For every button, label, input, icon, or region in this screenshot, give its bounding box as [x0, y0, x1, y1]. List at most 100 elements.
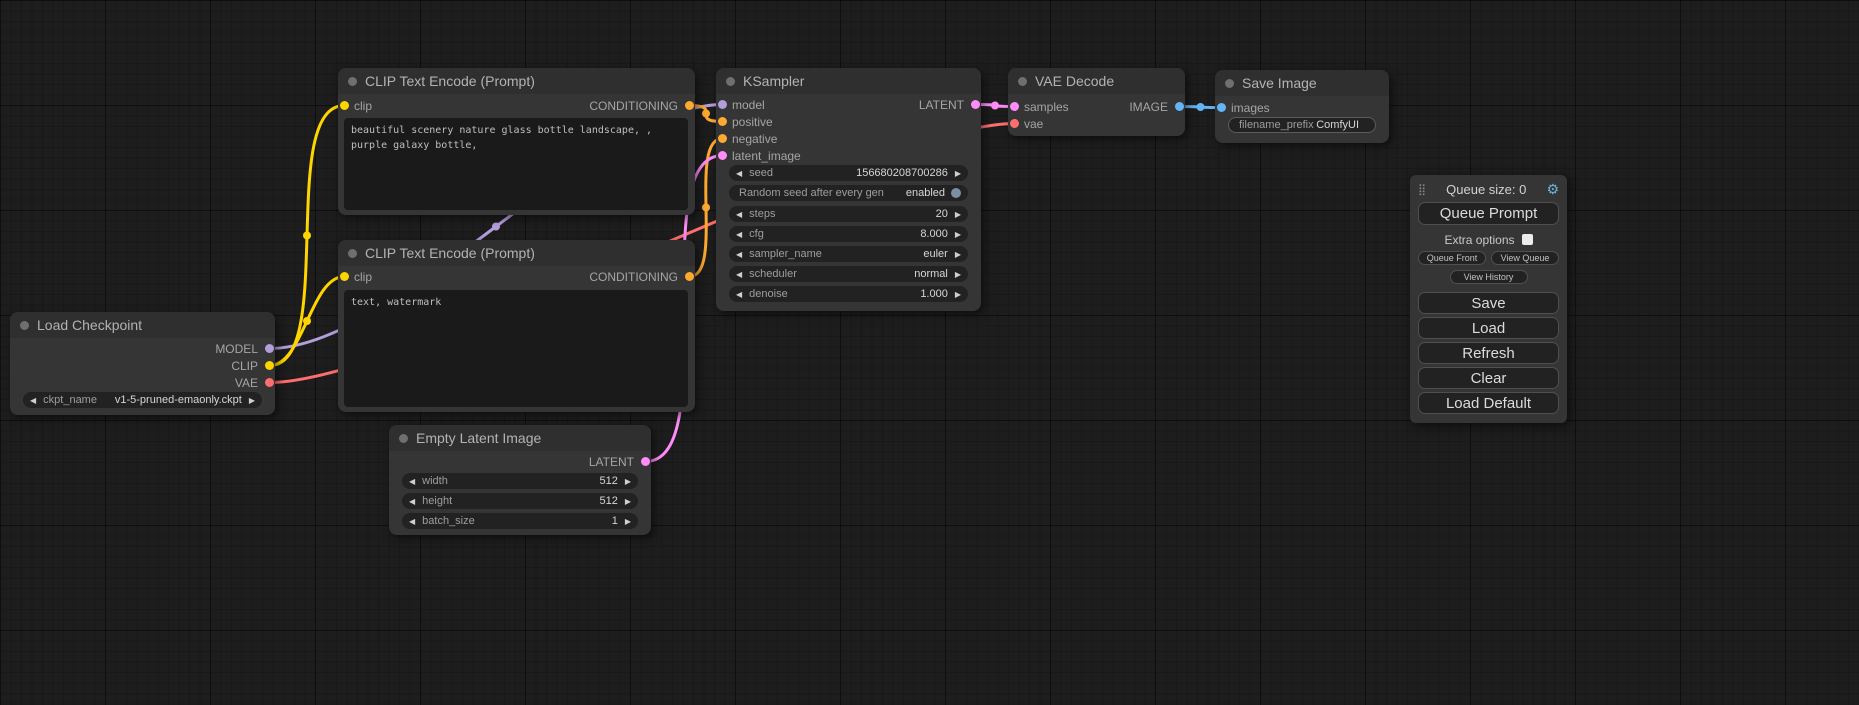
- next-value-arrow-icon[interactable]: ▶: [955, 250, 961, 259]
- view-history-button[interactable]: View History: [1450, 270, 1528, 284]
- load-button[interactable]: Load: [1418, 317, 1559, 339]
- link-midpoint-dot[interactable]: [303, 232, 311, 240]
- link-midpoint-dot[interactable]: [991, 102, 999, 110]
- increment-arrow-icon[interactable]: ▶: [625, 477, 631, 486]
- output-slot-model: MODEL: [10, 340, 275, 357]
- scheduler-widget[interactable]: ◀ scheduler normal ▶: [729, 266, 968, 282]
- ckpt-name-widget[interactable]: ◀ ckpt_name v1-5-pruned-emaonly.ckpt ▶: [23, 392, 262, 408]
- load-default-button[interactable]: Load Default: [1418, 392, 1559, 414]
- next-value-arrow-icon[interactable]: ▶: [955, 270, 961, 279]
- queue-prompt-button[interactable]: Queue Prompt: [1418, 202, 1559, 225]
- height-widget[interactable]: ◀ height 512 ▶: [402, 493, 638, 509]
- decrement-arrow-icon[interactable]: ◀: [409, 477, 415, 486]
- clip-output-port[interactable]: [265, 361, 274, 370]
- decrement-arrow-icon[interactable]: ◀: [736, 169, 742, 178]
- vae-output-port[interactable]: [265, 378, 274, 387]
- collapse-dot[interactable]: [348, 249, 357, 258]
- drag-handle-icon[interactable]: ⣿: [1418, 183, 1426, 196]
- decrement-arrow-icon[interactable]: ◀: [736, 210, 742, 219]
- decrement-arrow-icon[interactable]: ◀: [409, 497, 415, 506]
- node-vae-decode[interactable]: VAE Decode samples vae IMAGE: [1008, 68, 1185, 136]
- slot-label: CLIP: [231, 359, 258, 373]
- output-slot-latent: LATENT: [716, 96, 981, 113]
- queue-front-button[interactable]: Queue Front: [1418, 251, 1486, 265]
- increment-arrow-icon[interactable]: ▶: [955, 290, 961, 299]
- steps-widget[interactable]: ◀ steps 20 ▶: [729, 206, 968, 222]
- image-output-port[interactable]: [1175, 102, 1184, 111]
- queue-size-label: Queue size: 0: [1426, 182, 1546, 197]
- save-button[interactable]: Save: [1418, 292, 1559, 314]
- increment-arrow-icon[interactable]: ▶: [625, 497, 631, 506]
- view-queue-button[interactable]: View Queue: [1491, 251, 1559, 265]
- conditioning-output-port[interactable]: [685, 101, 694, 110]
- settings-gear-icon[interactable]: ⚙: [1546, 181, 1559, 198]
- node-ksampler[interactable]: KSampler model positive negative latent_…: [716, 68, 981, 311]
- images-input-port[interactable]: [1217, 103, 1226, 112]
- node-empty-latent-image[interactable]: Empty Latent Image LATENT ◀ width 512 ▶ …: [389, 425, 651, 535]
- collapse-dot[interactable]: [399, 434, 408, 443]
- node-clip-text-encode-negative[interactable]: CLIP Text Encode (Prompt) clip CONDITION…: [338, 240, 695, 412]
- extra-options-checkbox[interactable]: [1522, 234, 1533, 245]
- positive-prompt-textarea[interactable]: beautiful scenery nature glass bottle la…: [344, 118, 688, 210]
- seed-widget[interactable]: ◀ seed 156680208700286 ▶: [729, 165, 968, 181]
- collapse-dot[interactable]: [1018, 77, 1027, 86]
- clear-button[interactable]: Clear: [1418, 367, 1559, 389]
- node-clip-text-encode-positive[interactable]: CLIP Text Encode (Prompt) clip CONDITION…: [338, 68, 695, 215]
- filename-prefix-widget[interactable]: filename_prefix ComfyUI: [1228, 117, 1376, 133]
- vae-input-port[interactable]: [1010, 119, 1019, 128]
- link-midpoint-dot[interactable]: [1197, 103, 1205, 111]
- slot-label: VAE: [235, 376, 258, 390]
- link-midpoint-dot[interactable]: [702, 110, 710, 118]
- node-graph-canvas[interactable]: Load Checkpoint MODEL CLIP VAE ◀ ckpt_na…: [0, 0, 1859, 705]
- negative-input-port[interactable]: [718, 134, 727, 143]
- increment-arrow-icon[interactable]: ▶: [955, 210, 961, 219]
- latent-output-port[interactable]: [641, 457, 650, 466]
- node-title-bar[interactable]: Load Checkpoint: [10, 312, 275, 338]
- negative-prompt-textarea[interactable]: text, watermark: [344, 290, 688, 407]
- latent-output-port[interactable]: [971, 100, 980, 109]
- decrement-arrow-icon[interactable]: ◀: [736, 290, 742, 299]
- link-midpoint-dot[interactable]: [492, 223, 500, 231]
- model-output-port[interactable]: [265, 344, 274, 353]
- link-midpoint-dot[interactable]: [702, 204, 710, 212]
- toggle-knob[interactable]: [951, 188, 961, 198]
- denoise-widget[interactable]: ◀ denoise 1.000 ▶: [729, 286, 968, 302]
- node-title-bar[interactable]: Empty Latent Image: [389, 425, 651, 451]
- increment-arrow-icon[interactable]: ▶: [955, 230, 961, 239]
- node-title-bar[interactable]: CLIP Text Encode (Prompt): [338, 68, 695, 94]
- increment-arrow-icon[interactable]: ▶: [955, 169, 961, 178]
- width-widget[interactable]: ◀ width 512 ▶: [402, 473, 638, 489]
- node-title-bar[interactable]: Save Image: [1215, 70, 1389, 96]
- batch-size-widget[interactable]: ◀ batch_size 1 ▶: [402, 513, 638, 529]
- node-load-checkpoint[interactable]: Load Checkpoint MODEL CLIP VAE ◀ ckpt_na…: [10, 312, 275, 415]
- prev-value-arrow-icon[interactable]: ◀: [736, 270, 742, 279]
- next-value-arrow-icon[interactable]: ▶: [249, 396, 255, 405]
- latent-image-input-port[interactable]: [718, 151, 727, 160]
- node-title-bar[interactable]: KSampler: [716, 68, 981, 94]
- node-save-image[interactable]: Save Image images filename_prefix ComfyU…: [1215, 70, 1389, 143]
- slot-label: LATENT: [919, 98, 964, 112]
- widget-label: width: [422, 475, 448, 487]
- cfg-widget[interactable]: ◀ cfg 8.000 ▶: [729, 226, 968, 242]
- extra-options-label: Extra options: [1444, 233, 1514, 247]
- collapse-dot[interactable]: [348, 77, 357, 86]
- decrement-arrow-icon[interactable]: ◀: [409, 517, 415, 526]
- node-title-bar[interactable]: VAE Decode: [1008, 68, 1185, 94]
- node-title-bar[interactable]: CLIP Text Encode (Prompt): [338, 240, 695, 266]
- conditioning-output-port[interactable]: [685, 272, 694, 281]
- prev-value-arrow-icon[interactable]: ◀: [30, 396, 36, 405]
- node-title: CLIP Text Encode (Prompt): [365, 73, 535, 89]
- collapse-dot[interactable]: [20, 321, 29, 330]
- collapse-dot[interactable]: [726, 77, 735, 86]
- positive-input-port[interactable]: [718, 117, 727, 126]
- queue-menu-panel: ⣿ Queue size: 0 ⚙ Queue Prompt Extra opt…: [1410, 175, 1567, 423]
- sampler-name-widget[interactable]: ◀ sampler_name euler ▶: [729, 246, 968, 262]
- refresh-button[interactable]: Refresh: [1418, 342, 1559, 364]
- increment-arrow-icon[interactable]: ▶: [625, 517, 631, 526]
- widget-label: height: [422, 495, 452, 507]
- random-seed-toggle-widget[interactable]: Random seed after every gen enabled: [729, 185, 968, 201]
- link-midpoint-dot[interactable]: [303, 317, 311, 325]
- prev-value-arrow-icon[interactable]: ◀: [736, 250, 742, 259]
- decrement-arrow-icon[interactable]: ◀: [736, 230, 742, 239]
- collapse-dot[interactable]: [1225, 79, 1234, 88]
